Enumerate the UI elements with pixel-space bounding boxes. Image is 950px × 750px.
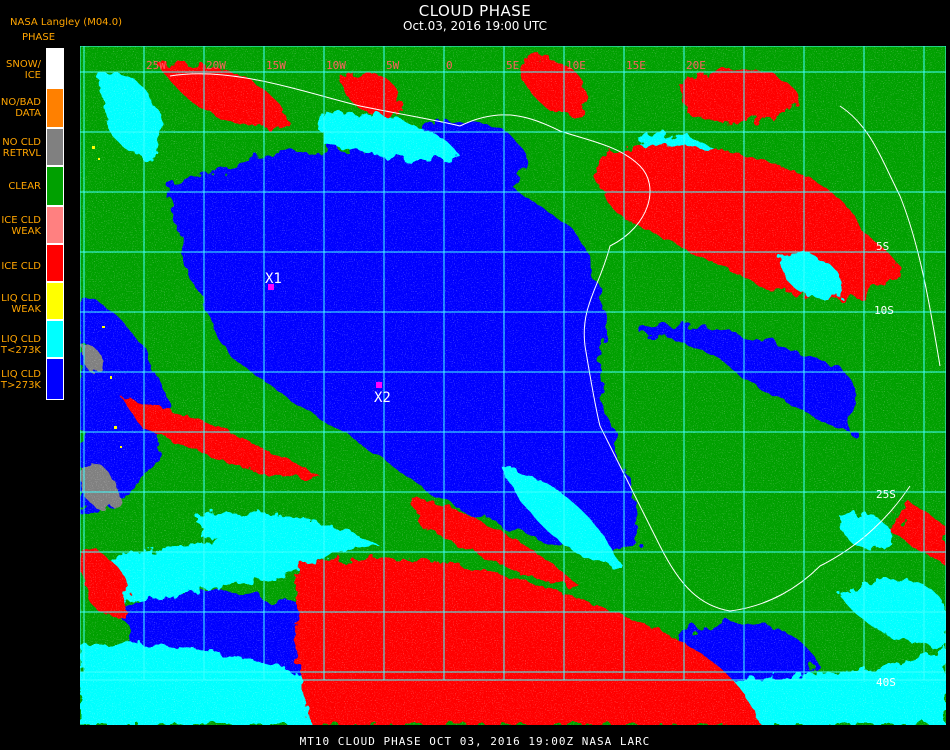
lon-label: 15W xyxy=(266,59,286,72)
lon-label: 15E xyxy=(626,59,646,72)
legend-swatch-snow-ice xyxy=(46,48,64,88)
legend-swatch-clear xyxy=(46,166,64,206)
cloud-phase-image: 25W 20W 15W 10W 5W 0 5E 10E 15E 20E 5S 10S 25S 40S X1… xyxy=(80,46,946,725)
legend-swatch-no-bad-data xyxy=(46,88,64,128)
legend-label-ice-cld: ICE CLD xyxy=(1,261,41,272)
legend-label-liq-cld-weak: LIQ CLD WEAK xyxy=(1,293,41,315)
product-label: PHASE xyxy=(22,32,56,43)
data-source-label: NASA Langley (M04.0) xyxy=(10,17,122,28)
lat-label: 40S xyxy=(876,676,896,689)
lat-label: 25S xyxy=(876,488,896,501)
map-datetime: Oct.03, 2016 19:00 UTC xyxy=(403,19,547,33)
legend-label-liq-cld-cold: LIQ CLD T<273K xyxy=(0,334,41,356)
lon-label: 10W xyxy=(326,59,346,72)
legend-swatch-no-cld-retrvl xyxy=(46,128,64,166)
lon-label: 20W xyxy=(206,59,226,72)
legend-swatch-liq-cld-cold xyxy=(46,320,64,358)
lon-label: 5W xyxy=(386,59,400,72)
footer-caption: MT10 CLOUD PHASE OCT 03, 2016 19:00Z NAS… xyxy=(299,735,651,748)
legend-label-snow-ice: SNOW/ ICE xyxy=(6,59,41,81)
cloud-phase-map: 25W 20W 15W 10W 5W 0 5E 10E 15E 20E 5S 10S 25S 40S X1… xyxy=(80,46,946,725)
legend-swatch-liq-cld-weak xyxy=(46,282,64,320)
legend-label-ice-cld-weak: ICE CLD WEAK xyxy=(1,215,41,237)
lon-label: 25W xyxy=(146,59,166,72)
legend-swatch-ice-cld-weak xyxy=(46,206,64,244)
marker-x1-label: X1 xyxy=(265,271,282,287)
map-title: CLOUD PHASE xyxy=(418,2,532,20)
lat-label: 10S xyxy=(874,304,894,317)
lat-label: 5S xyxy=(876,240,889,253)
legend-swatch-liq-cld-warm xyxy=(46,358,64,400)
legend-label-no-bad-data: NO/BAD DATA xyxy=(0,97,41,119)
legend-label-no-cld-retrvl: NO CLD RETRVL xyxy=(2,137,41,159)
legend-label-clear: CLEAR xyxy=(8,181,41,192)
lon-label: 5E xyxy=(506,59,519,72)
legend-label-liq-cld-warm: LIQ CLD T>273K xyxy=(0,369,41,391)
lon-label: 20E xyxy=(686,59,706,72)
lon-label: 10E xyxy=(566,59,586,72)
legend-swatch-ice-cld xyxy=(46,244,64,282)
marker-x2-label: X2 xyxy=(374,390,391,406)
lon-label: 0 xyxy=(446,59,453,72)
